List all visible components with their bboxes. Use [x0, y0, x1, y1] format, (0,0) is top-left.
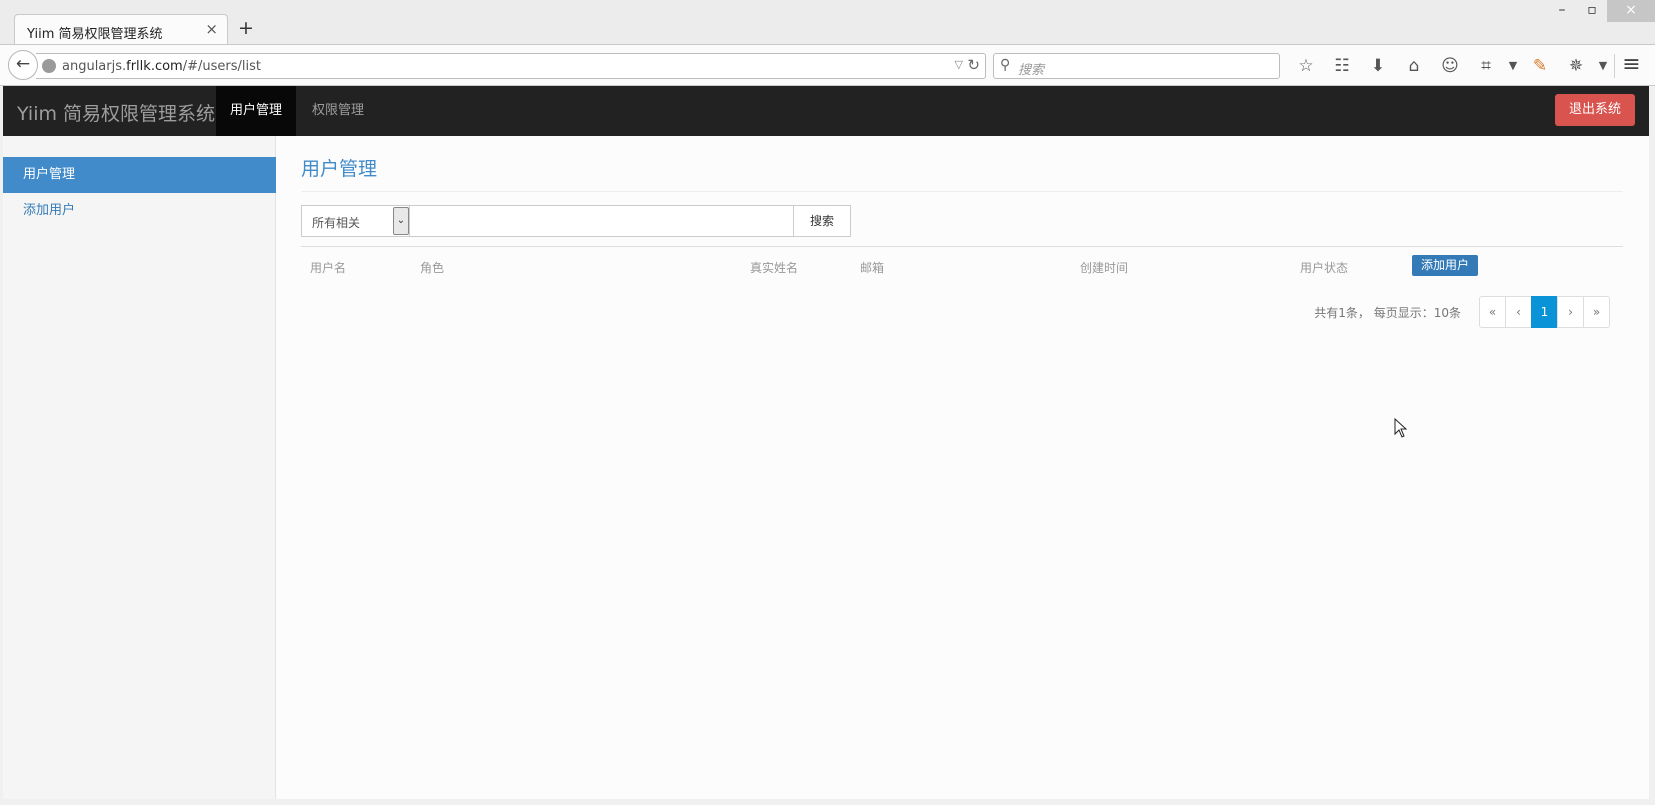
user-table-header: 用户名 角色 真实姓名 邮箱 创建时间 用户状态 添加用户 — [301, 246, 1623, 286]
browser-tab[interactable]: Yiim 简易权限管理系统 × — [14, 14, 228, 46]
pagination-summary: 共有1条， 每页显示：10条 — [1314, 306, 1461, 320]
page-1-button[interactable]: 1 — [1531, 296, 1558, 328]
url-history-dropdown-icon[interactable]: ▽ — [955, 58, 963, 71]
last-page-button[interactable]: » — [1583, 296, 1610, 328]
keyword-input[interactable] — [410, 205, 794, 237]
add-user-button[interactable]: 添加用户 — [1412, 255, 1478, 276]
web-page: Yiim 简易权限管理系统 用户管理 权限管理 退出系统 用户管理 添加用户 用… — [3, 86, 1649, 799]
hamburger-menu-icon[interactable]: ≡ — [1614, 54, 1648, 78]
column-username: 用户名 — [310, 261, 347, 275]
page-header: 用户管理 — [301, 154, 1623, 192]
window-close-button[interactable]: × — [1607, 0, 1655, 22]
page-title: 用户管理 — [301, 158, 378, 180]
next-page-button[interactable]: › — [1557, 296, 1584, 328]
home-icon[interactable]: ⌂ — [1396, 54, 1432, 78]
nav-permission-management[interactable]: 权限管理 — [298, 86, 378, 136]
back-button[interactable]: ← — [8, 50, 38, 80]
maximize-button[interactable]: ▫ — [1577, 0, 1607, 22]
column-role: 角色 — [420, 261, 445, 275]
browser-navbar: angularjs.frllk.com/#/users/list ▽ ↻ ← ⚲… — [0, 44, 1655, 86]
brush-icon[interactable]: ✎ — [1522, 54, 1558, 78]
app-brand[interactable]: Yiim 简易权限管理系统 — [17, 99, 215, 126]
sidebar: 用户管理 添加用户 — [3, 136, 276, 799]
crop-icon[interactable]: ⌗ — [1468, 54, 1504, 78]
url-text[interactable]: angularjs.frllk.com/#/users/list — [62, 59, 261, 74]
logout-button[interactable]: 退出系统 — [1555, 94, 1635, 126]
search-placeholder: 搜索 — [1018, 63, 1045, 78]
mouse-cursor-icon — [1394, 418, 1408, 438]
globe-icon — [42, 59, 56, 73]
window-controls: – ▫ × — [1547, 0, 1655, 22]
sidebar-item-add-user[interactable]: 添加用户 — [3, 193, 276, 229]
reader-icon[interactable]: ☷ — [1324, 54, 1360, 78]
chevron-down-icon[interactable]: ▼ — [1504, 54, 1522, 78]
search-button[interactable]: 搜索 — [793, 205, 851, 237]
browser-titlebar: Yiim 简易权限管理系统 × + – ▫ × — [0, 0, 1655, 46]
tab-close-icon[interactable]: × — [205, 20, 218, 38]
bookmark-star-icon[interactable]: ☆ — [1288, 54, 1324, 78]
sidebar-item-user-management[interactable]: 用户管理 — [3, 157, 276, 193]
new-tab-button[interactable]: + — [238, 17, 254, 39]
chat-icon[interactable]: ☺ — [1432, 54, 1468, 78]
download-icon[interactable]: ⬇ — [1360, 54, 1396, 78]
prev-page-button[interactable]: ‹ — [1505, 296, 1532, 328]
url-bar[interactable]: angularjs.frllk.com/#/users/list ▽ ↻ — [36, 53, 986, 79]
filter-selected-value: 所有相关 — [312, 216, 361, 230]
chevron-down-icon[interactable]: ⌄ — [393, 207, 409, 235]
filter-select[interactable]: 所有相关 ⌄ — [301, 205, 410, 237]
search-icon: ⚲ — [1000, 57, 1011, 73]
column-user-status: 用户状态 — [1300, 261, 1349, 275]
minimize-button[interactable]: – — [1547, 0, 1577, 22]
tab-title: Yiim 简易权限管理系统 — [27, 27, 163, 42]
nav-user-management[interactable]: 用户管理 — [216, 86, 297, 136]
column-created-time: 创建时间 — [1080, 261, 1129, 275]
app-top-navbar: Yiim 简易权限管理系统 用户管理 权限管理 退出系统 — [3, 86, 1649, 136]
column-email: 邮箱 — [860, 261, 885, 275]
pagination: « ‹ 1 › » — [1479, 296, 1610, 328]
reload-icon[interactable]: ↻ — [967, 56, 980, 74]
bug-icon[interactable]: ✵ — [1558, 54, 1594, 78]
first-page-button[interactable]: « — [1479, 296, 1506, 328]
browser-toolbar: ☆ ☷ ⬇ ⌂ ☺ ⌗ ▼ ✎ ✵ ▼ — [1288, 54, 1612, 78]
chevron-down-icon[interactable]: ▼ — [1594, 54, 1612, 78]
browser-search-input[interactable]: ⚲ 搜索 — [993, 53, 1280, 79]
column-real-name: 真实姓名 — [750, 261, 799, 275]
